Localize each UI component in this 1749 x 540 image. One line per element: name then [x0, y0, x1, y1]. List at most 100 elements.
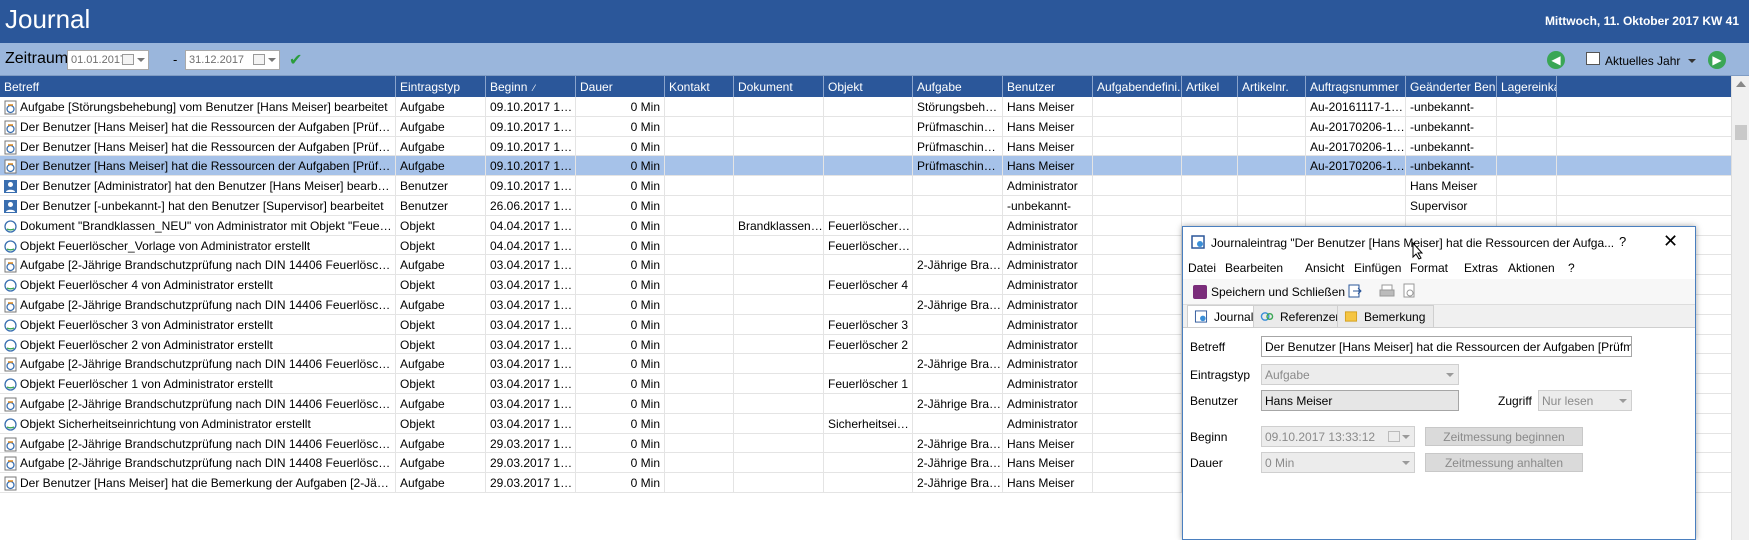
table-cell — [734, 255, 824, 276]
table-cell: 0 Min — [576, 136, 665, 157]
betreff-input[interactable]: Der Benutzer [Hans Meiser] hat die Resso… — [1261, 336, 1632, 357]
table-cell: Au-20161117-1323 — [1306, 97, 1406, 117]
chevron-down-icon[interactable] — [1688, 59, 1696, 63]
table-cell: Hans Meiser — [1003, 136, 1093, 157]
beginn-input[interactable]: 09.10.2017 13:33:12 — [1261, 426, 1415, 447]
table-cell: 0 Min — [576, 215, 665, 236]
tab-journal[interactable]: Journal — [1187, 305, 1263, 327]
table-cell — [824, 116, 913, 137]
table-cell — [734, 97, 824, 117]
column-header[interactable]: Artikel — [1182, 76, 1238, 97]
table-cell: 0 Min — [576, 354, 665, 375]
column-header[interactable]: Eintragstyp — [396, 76, 486, 97]
print-icon[interactable] — [1379, 283, 1395, 299]
help-button[interactable]: ? — [1619, 234, 1626, 249]
table-row[interactable]: Der Benutzer [Hans Meiser] hat die Resso… — [0, 116, 1731, 137]
calendar-icon — [1388, 431, 1400, 442]
stop-timer-button[interactable]: Zeitmessung anhalten — [1425, 453, 1583, 472]
table-cell — [1497, 176, 1557, 196]
year-select[interactable]: Aktuelles Jahr — [1580, 50, 1700, 70]
betreff-label: Betreff — [1190, 340, 1226, 354]
column-header[interactable]: Betreff — [0, 76, 396, 97]
menu-bearbeiten[interactable]: Bearbeiten — [1225, 261, 1283, 275]
column-header[interactable]: Beginn ⁄ — [486, 76, 576, 97]
vertical-scrollbar[interactable] — [1731, 76, 1749, 540]
menu-ansicht[interactable]: Ansicht — [1305, 261, 1344, 275]
column-header[interactable]: Kontakt — [665, 76, 734, 97]
table-cell — [824, 136, 913, 157]
menu-extras[interactable]: Extras — [1464, 261, 1498, 275]
table-cell — [913, 176, 1003, 196]
menu-datei[interactable]: Datei — [1188, 261, 1216, 275]
menu-einfuegen[interactable]: Einfügen — [1354, 261, 1401, 275]
column-header[interactable]: Benutzer — [1003, 76, 1093, 97]
chevron-down-icon[interactable] — [137, 58, 145, 62]
benutzer-input[interactable]: Hans Meiser — [1261, 390, 1459, 411]
table-row[interactable]: Aufgabe [Störungsbehebung] vom Benutzer … — [0, 97, 1731, 117]
scroll-up-icon[interactable] — [1736, 81, 1746, 87]
table-cell — [824, 295, 913, 315]
table-cell — [734, 116, 824, 137]
task-icon — [4, 437, 17, 452]
export-icon[interactable] — [1347, 283, 1363, 299]
table-cell: Objekt Feuerlöscher 4 von Administrator … — [0, 275, 396, 295]
table-cell — [1182, 136, 1238, 157]
table-cell — [1093, 295, 1182, 315]
table-cell — [1093, 314, 1182, 335]
table-cell — [665, 116, 734, 137]
table-cell — [1238, 196, 1306, 216]
print-preview-icon[interactable] — [1401, 283, 1417, 299]
column-header[interactable]: Dauer — [576, 76, 665, 97]
table-row[interactable]: Der Benutzer [-unbekannt-] hat den Benut… — [0, 196, 1731, 216]
previous-arrow-icon[interactable]: ◀ — [1547, 51, 1565, 69]
sort-indicator-icon[interactable]: ⁄ — [533, 83, 535, 93]
table-cell — [734, 275, 824, 295]
table-cell: Aufgabe — [396, 116, 486, 137]
column-header[interactable]: Artikelnr. — [1238, 76, 1306, 97]
column-header[interactable]: Geänderter Ben... — [1406, 76, 1497, 97]
table-cell: 03.04.2017 13:16 — [486, 314, 576, 335]
column-header[interactable]: Aufgabe — [913, 76, 1003, 97]
table-cell — [734, 156, 824, 177]
apply-check-icon[interactable]: ✔ — [289, 50, 302, 70]
date-from-input[interactable]: 01.01.2017 — [67, 50, 149, 70]
table-cell — [665, 97, 734, 117]
table-cell — [1497, 196, 1557, 216]
eintragstyp-select[interactable]: Aufgabe — [1261, 364, 1459, 385]
table-row[interactable]: Der Benutzer [Hans Meiser] hat die Resso… — [0, 156, 1731, 177]
column-header[interactable]: Auftragsnummer — [1306, 76, 1406, 97]
start-timer-button[interactable]: Zeitmessung beginnen — [1425, 427, 1583, 446]
table-cell: Administrator — [1003, 314, 1093, 335]
table-cell: 09.10.2017 13:20 — [486, 176, 576, 196]
menu-format[interactable]: Format — [1410, 261, 1448, 275]
close-button[interactable]: ✕ — [1663, 231, 1678, 252]
calendar-icon[interactable] — [253, 54, 265, 65]
menu-aktionen[interactable]: Aktionen — [1508, 261, 1555, 275]
tab-bemerkung[interactable]: Bemerkung — [1337, 305, 1435, 327]
calendar-icon[interactable] — [122, 54, 134, 65]
table-cell: Hans Meiser — [1003, 473, 1093, 493]
table-cell: Administrator — [1003, 176, 1093, 196]
column-header[interactable]: Lagereinka — [1497, 76, 1557, 97]
table-cell: Objekt — [396, 235, 486, 256]
dauer-select[interactable]: 0 Min — [1261, 452, 1415, 473]
task-icon — [4, 456, 17, 471]
date-to-input[interactable]: 31.12.2017 — [185, 50, 280, 70]
chevron-down-icon — [1446, 373, 1454, 377]
table-cell — [734, 334, 824, 355]
zugriff-select[interactable]: Nur lesen — [1538, 390, 1632, 411]
table-cell: Au-20170206-1345 — [1306, 116, 1406, 137]
column-header[interactable]: Dokument — [734, 76, 824, 97]
column-header[interactable]: Objekt — [824, 76, 913, 97]
table-row[interactable]: Der Benutzer [Hans Meiser] hat die Resso… — [0, 136, 1731, 157]
table-cell: Aufgabe — [396, 394, 486, 414]
table-cell — [1093, 473, 1182, 493]
table-row[interactable]: Der Benutzer [Administrator] hat den Ben… — [0, 176, 1731, 196]
menu-help[interactable]: ? — [1568, 261, 1575, 275]
column-header[interactable]: Aufgabendefini... — [1093, 76, 1182, 97]
chevron-down-icon[interactable] — [268, 58, 276, 62]
save-close-button[interactable]: Speichern und Schließen — [1191, 282, 1345, 302]
scroll-thumb[interactable] — [1735, 125, 1747, 140]
object-icon — [4, 279, 17, 292]
next-arrow-icon[interactable]: ▶ — [1708, 51, 1726, 69]
